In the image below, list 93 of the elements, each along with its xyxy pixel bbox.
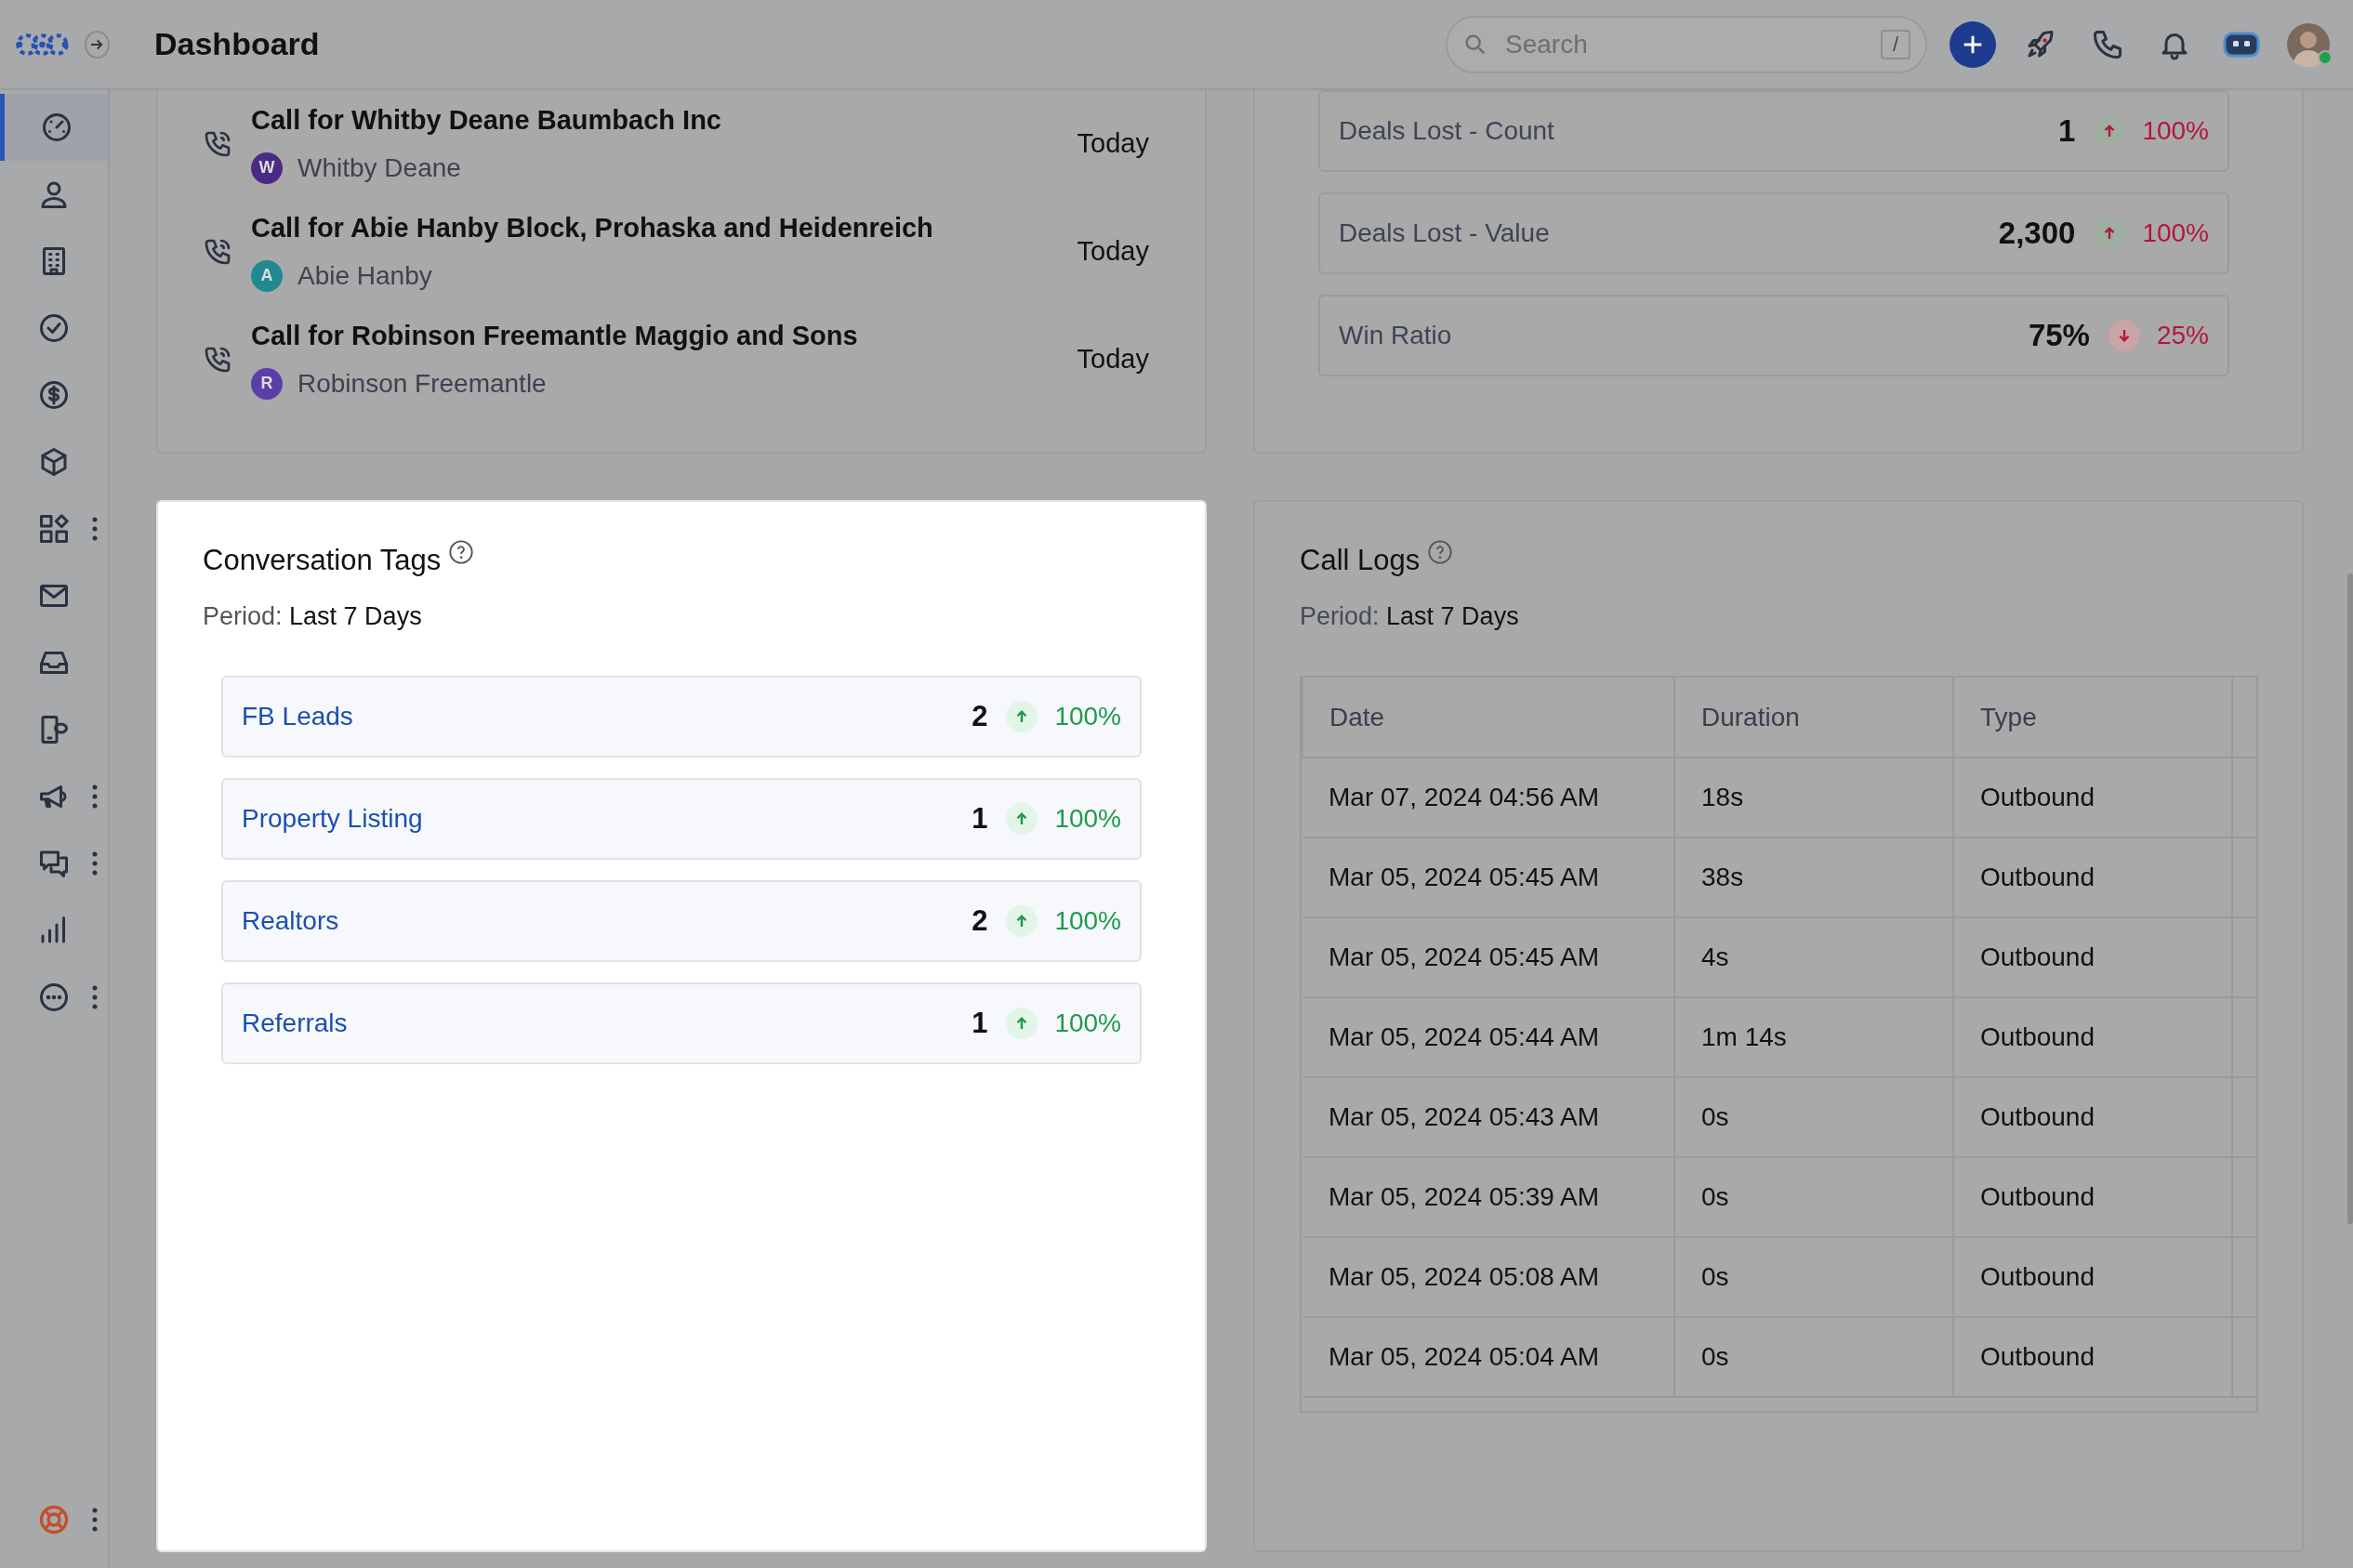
metric-value: 75% [2028, 317, 2090, 355]
more-icon[interactable] [91, 516, 99, 542]
table-cell: Mar 05, 2024 05:44 AM [1329, 1022, 1600, 1051]
page-title: Dashboard [154, 25, 320, 63]
tag-row[interactable]: Property Listing 1 100% [221, 778, 1142, 860]
table-cell: Mar 05, 2024 05:39 AM [1329, 1182, 1600, 1211]
table-cell: Mar 05, 2024 05:43 AM [1329, 1102, 1600, 1131]
apps-icon [37, 512, 71, 546]
table-cell: 0s [1701, 1342, 1729, 1371]
tag-count: 2 [972, 903, 988, 939]
card-title: Call Logs [1300, 543, 1421, 578]
table-cell: 38s [1701, 863, 1744, 891]
activity-title[interactable]: Call for Abie Hanby Block, Prohaska and Heidenreich [251, 208, 933, 249]
tag-count: 1 [972, 800, 988, 837]
contact-avatar: A [251, 259, 283, 292]
contact-name[interactable]: Robinson Freemantle [297, 363, 547, 403]
help-icon[interactable] [448, 539, 475, 565]
column-header[interactable]: Duration [1701, 702, 1800, 731]
tag-change: 100% [1054, 803, 1121, 835]
table-cell: Mar 05, 2024 05:04 AM [1329, 1342, 1600, 1371]
metric-value: 1 [2058, 112, 2076, 151]
table-cell: 0s [1701, 1182, 1729, 1211]
contact-name[interactable]: Whitby Deane [297, 148, 461, 188]
tag-count: 1 [972, 1005, 988, 1041]
tag-name[interactable]: Referrals [242, 1004, 348, 1043]
column-header[interactable]: Type [1980, 702, 2037, 731]
nav-item[interactable] [0, 94, 108, 161]
activity-date: Today [1077, 343, 1149, 376]
tag-name[interactable]: FB Leads [242, 697, 353, 736]
metric-label: Deals Lost - Value [1339, 217, 1550, 249]
card-title: Conversation Tags [203, 543, 442, 578]
more-icon[interactable] [91, 850, 99, 876]
metric-change: 100% [2142, 217, 2209, 249]
metric-change: 25% [2156, 320, 2209, 351]
add-button[interactable] [1950, 20, 1996, 68]
table-cell: Outbound [1980, 783, 2095, 811]
table-cell: Mar 05, 2024 05:45 AM [1329, 942, 1600, 971]
avatar-icon [2286, 21, 2331, 67]
period-text: Period: Last 7 Days [203, 600, 423, 632]
table-cell: Mar 05, 2024 05:45 AM [1329, 863, 1600, 891]
activity-date: Today [1077, 235, 1149, 269]
ellipsis-circle-icon [37, 981, 71, 1014]
shortcut-key: / [1881, 29, 1910, 59]
table-cell: 1m 14s [1701, 1022, 1787, 1051]
lifebuoy-icon [37, 1503, 71, 1536]
help-icon[interactable] [1427, 539, 1454, 565]
contact-avatar: W [251, 152, 283, 184]
contact-name[interactable]: Abie Hanby [297, 256, 432, 296]
check-circle-icon [37, 311, 71, 345]
phone-call-icon [203, 237, 232, 267]
more-icon[interactable] [91, 1507, 99, 1533]
activity-title[interactable]: Call for Robinson Freemantle Maggio and Sons [251, 316, 858, 357]
tag-change: 100% [1054, 1008, 1121, 1039]
activity-date: Today [1077, 127, 1149, 161]
expand-button[interactable] [84, 30, 110, 59]
tag-row[interactable]: Realtors 2 100% [221, 880, 1142, 962]
table-cell: 18s [1701, 783, 1744, 811]
table-cell: 0s [1701, 1262, 1729, 1291]
scrollbar[interactable] [2347, 573, 2353, 1224]
table-cell: 0s [1701, 1102, 1729, 1131]
column-header[interactable]: Date [1329, 702, 1385, 731]
more-icon[interactable] [91, 784, 99, 810]
table-cell: Outbound [1980, 1102, 2095, 1131]
table-cell: Mar 07, 2024 04:56 AM [1329, 783, 1600, 811]
tag-name[interactable]: Property Listing [242, 799, 423, 838]
search-bar[interactable]: Search / [1446, 15, 1927, 73]
table-cell: Outbound [1980, 1342, 2095, 1371]
phone-call-icon [203, 345, 232, 375]
tag-row[interactable]: FB Leads 2 100% [221, 676, 1142, 758]
metric-change: 100% [2142, 115, 2209, 147]
metric-value: 2,300 [1998, 215, 2076, 253]
activity-title[interactable]: Call for Whitby Deane Baumbach Inc [251, 100, 721, 141]
period-text: Period: Last 7 Days [1300, 600, 1520, 632]
table-cell: Outbound [1980, 942, 2095, 971]
table-cell: Outbound [1980, 1262, 2095, 1291]
tag-name[interactable]: Realtors [242, 902, 339, 941]
search-field[interactable]: Search [1503, 23, 1866, 65]
tag-row[interactable]: Referrals 1 100% [221, 982, 1142, 1064]
table-cell: 4s [1701, 942, 1729, 971]
avatar-button[interactable] [2286, 21, 2331, 67]
dollar-icon [37, 378, 71, 412]
tag-change: 100% [1054, 701, 1121, 732]
table-cell: Outbound [1980, 863, 2095, 891]
phone-call-icon [203, 129, 232, 159]
metric-label: Win Ratio [1339, 320, 1452, 351]
table-cell: Mar 05, 2024 05:08 AM [1329, 1262, 1600, 1291]
contact-avatar: R [251, 367, 283, 400]
tag-change: 100% [1054, 905, 1121, 937]
table-cell: Outbound [1980, 1182, 2095, 1211]
table-cell: Outbound [1980, 1022, 2095, 1051]
metric-label: Deals Lost - Count [1339, 115, 1554, 147]
more-icon[interactable] [91, 984, 99, 1010]
tag-count: 2 [972, 698, 988, 734]
